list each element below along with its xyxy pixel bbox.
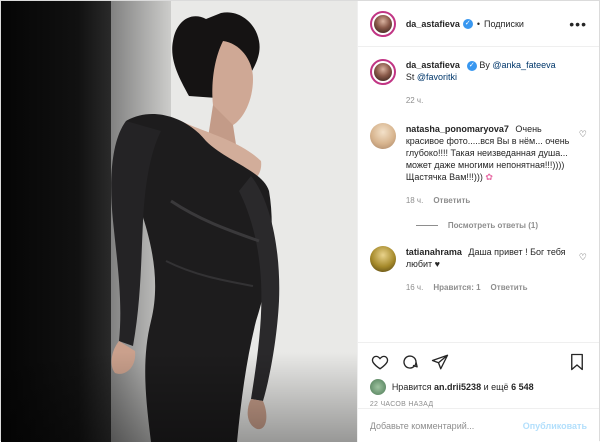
- caption-st-link[interactable]: @favoritki: [417, 72, 457, 82]
- comment-item: natasha_ponomaryova7 Очень красивое фото…: [369, 123, 587, 207]
- like-comment-heart-icon[interactable]: ♡: [579, 252, 587, 263]
- view-replies-button[interactable]: Посмотреть ответы (1): [415, 221, 587, 230]
- likes-suffix: и ещё: [483, 382, 509, 392]
- comment-time: 16 ч.: [405, 283, 424, 292]
- post-container: da_astafieva ✓ • Подписки ••• da_astafie…: [0, 0, 600, 442]
- comment-likes[interactable]: Нравится: 1: [433, 282, 480, 294]
- flower-emoji-icon: ✿: [485, 172, 493, 182]
- post-photo[interactable]: [1, 1, 357, 442]
- caption-username[interactable]: da_astafieva: [406, 60, 460, 70]
- commenter-username[interactable]: tatianahrama: [406, 247, 462, 257]
- heart-emoji-icon: ♥: [434, 259, 440, 269]
- author-username[interactable]: da_astafieva: [406, 19, 460, 29]
- add-comment-bar: Опубликовать: [357, 408, 599, 442]
- post-header: da_astafieva ✓ • Подписки •••: [357, 1, 599, 47]
- likes-summary[interactable]: Нравится an.drii5238 и ещё 6 548: [369, 379, 587, 395]
- caption-author-avatar[interactable]: [369, 59, 396, 85]
- post-caption: da_astafieva ✓ By @anka_fateeva St @favor…: [369, 59, 587, 107]
- bookmark-icon[interactable]: [567, 352, 587, 372]
- author-avatar[interactable]: [369, 10, 396, 37]
- likes-prefix: Нравится: [391, 382, 432, 392]
- caption-by-link[interactable]: @anka_fateeva: [492, 60, 555, 70]
- comment-item: tatianahrama Даша привет ! Бог тебя люби…: [369, 246, 587, 294]
- comments-list[interactable]: da_astafieva ✓ By @anka_fateeva St @favor…: [358, 47, 599, 342]
- action-icons: [370, 351, 587, 373]
- post-sidebar: da_astafieva ✓ • Подписки ••• da_astafie…: [356, 1, 599, 442]
- verified-badge-icon: ✓: [462, 18, 473, 29]
- post-actions: Нравится an.drii5238 и ещё 6 548 22 ЧАСО…: [357, 342, 599, 408]
- like-comment-heart-icon[interactable]: ♡: [579, 129, 587, 140]
- comment-input[interactable]: [369, 420, 523, 431]
- commenter-avatar[interactable]: [369, 246, 396, 272]
- likes-user[interactable]: an.drii5238: [434, 382, 481, 392]
- commenter-username[interactable]: natasha_ponomaryova7: [406, 124, 509, 134]
- more-options-icon[interactable]: •••: [569, 16, 587, 32]
- header-separator: •: [476, 18, 481, 29]
- reply-button[interactable]: Ответить: [433, 195, 470, 207]
- share-send-icon[interactable]: [430, 352, 450, 372]
- view-replies-label: Посмотреть ответы (1): [447, 221, 539, 230]
- comment-bubble-icon[interactable]: [400, 352, 420, 372]
- like-heart-icon[interactable]: [370, 352, 390, 372]
- caption-time: 22 ч.: [405, 96, 424, 105]
- publish-button[interactable]: Опубликовать: [523, 421, 587, 431]
- verified-badge-icon: ✓: [466, 60, 477, 71]
- follow-status-button[interactable]: Подписки: [484, 19, 524, 29]
- reply-button[interactable]: Ответить: [491, 282, 528, 294]
- liker-avatar: [369, 379, 386, 395]
- view-replies-line: [415, 225, 438, 226]
- comment-time: 18 ч.: [405, 196, 424, 205]
- post-time-ago[interactable]: 22 ЧАСОВ НАЗАД: [370, 401, 587, 408]
- caption-by-text: By: [479, 60, 490, 70]
- photo-floor-shade: [1, 352, 357, 442]
- likes-count[interactable]: 6 548: [511, 382, 534, 392]
- commenter-avatar[interactable]: [369, 123, 396, 149]
- caption-st-text: St: [405, 72, 415, 82]
